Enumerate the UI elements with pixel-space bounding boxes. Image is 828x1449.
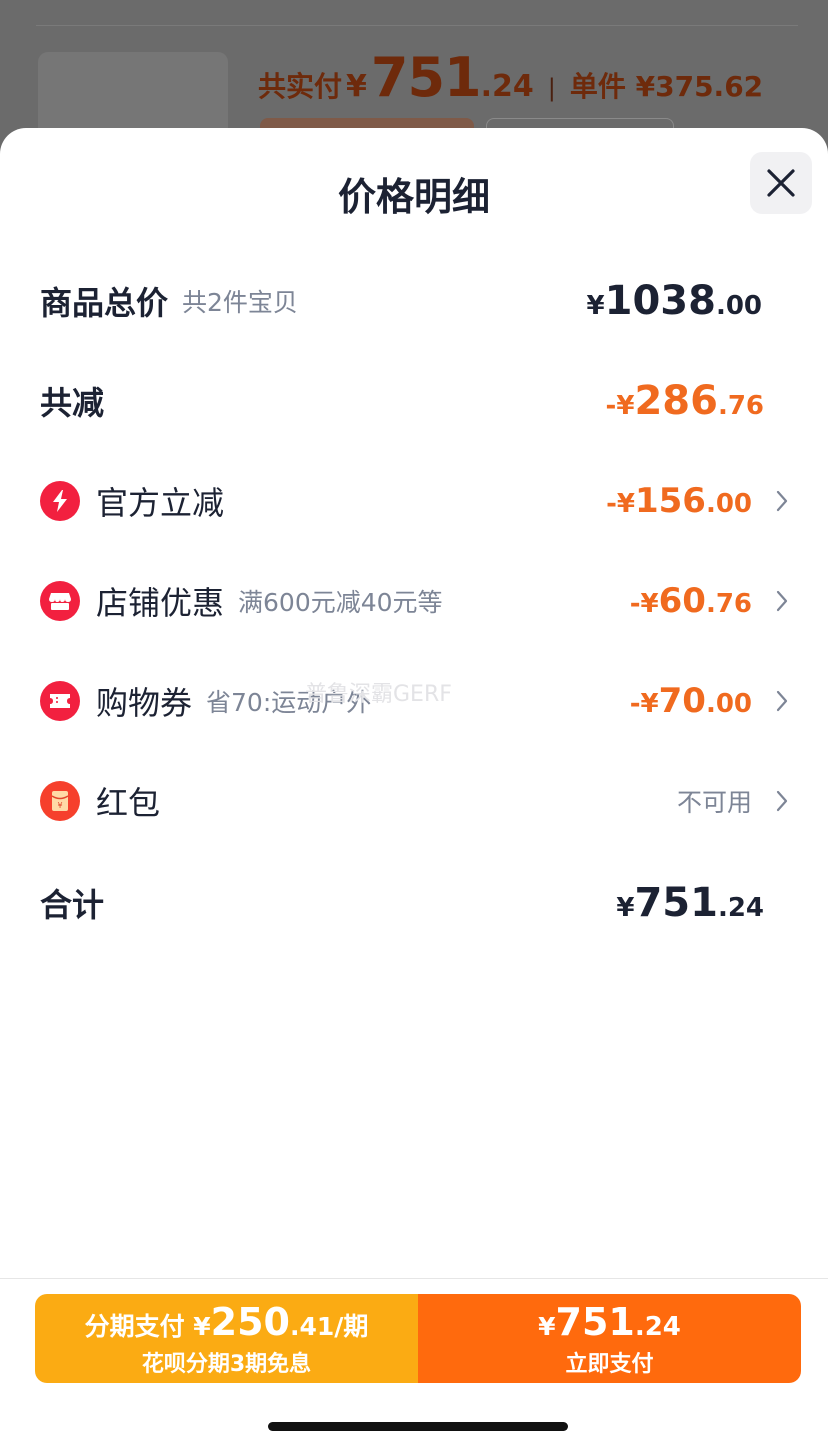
installment-subtext: 花呗分期3期免息	[141, 1351, 312, 1377]
pay-now-yen: ¥	[538, 1311, 556, 1341]
total-paid-dec: .24	[480, 69, 534, 104]
coupon-label: 购物券	[96, 684, 193, 722]
installment-label: 分期支付 ¥	[84, 1311, 211, 1341]
background-total-price: 共实付 ¥ 751 .24 | 单件 ¥375.62	[258, 46, 763, 109]
pay-now-label: 立即支付	[565, 1351, 654, 1377]
official-discount-row[interactable]: 官方立减 -¥ 156 .00	[40, 471, 788, 531]
total-discount-dec: .76	[717, 391, 764, 421]
red-packet-row[interactable]: ¥ 红包 不可用	[40, 771, 788, 831]
official-discount-yen: -¥	[606, 489, 635, 519]
pay-now-button[interactable]: ¥ 751 .24 立即支付	[418, 1294, 801, 1383]
red-packet-label: 红包	[96, 784, 161, 822]
official-discount-amount: -¥ 156 .00	[606, 481, 752, 521]
goods-total-dec: .00	[715, 291, 762, 321]
chevron-right-icon	[758, 486, 788, 516]
official-discount-dec: .00	[705, 489, 752, 519]
store-discount-label: 店铺优惠	[96, 584, 225, 622]
pay-now-price: ¥ 751 .24	[538, 1300, 681, 1344]
unit-price: 单件 ¥375.62	[569, 70, 764, 103]
svg-text:¥: ¥	[57, 801, 62, 810]
goods-total-yen: ¥	[586, 291, 605, 321]
coupon-int: 70	[658, 681, 706, 721]
sheet-title: 价格明细	[337, 175, 490, 219]
home-indicator[interactable]	[268, 1422, 568, 1431]
sum-row: 合计 ¥ 751 .24	[40, 873, 788, 933]
official-discount-int: 156	[634, 481, 706, 521]
chevron-right-icon	[758, 686, 788, 716]
total-paid-int: 751	[370, 46, 482, 109]
total-discount-row: 共减 -¥ 286 .76	[40, 371, 788, 431]
store-discount-yen: -¥	[629, 589, 659, 619]
close-icon	[767, 169, 795, 197]
installment-dec: .41/期	[290, 1311, 369, 1341]
lightning-icon	[40, 481, 80, 521]
ticket-icon	[40, 681, 80, 721]
goods-total-amount: ¥ 1038 .00	[587, 278, 762, 324]
sum-dec: .24	[717, 893, 764, 923]
goods-total-int: 1038	[604, 278, 716, 324]
installment-price: 分期支付 ¥ 250 .41/期	[85, 1300, 369, 1344]
total-discount-yen: -¥	[605, 391, 635, 421]
sum-int: 751	[634, 880, 718, 926]
sum-label: 合计	[40, 886, 105, 924]
price-detail-sheet: 价格明细 商品总价 共2件宝贝 ¥ 1038 .00 共减 -¥ 286 .76	[0, 128, 828, 1449]
store-icon	[40, 581, 80, 621]
payment-bar: 分期支付 ¥ 250 .41/期 花呗分期3期免息 ¥ 751 .24 立即支付	[35, 1294, 801, 1383]
pay-now-int: 751	[555, 1299, 635, 1344]
price-separator: |	[547, 74, 556, 102]
red-packet-status: 不可用	[676, 788, 752, 817]
chevron-right-icon	[758, 786, 788, 816]
goods-count: 共2件宝贝	[182, 288, 298, 317]
coupon-dec: .00	[705, 689, 752, 719]
total-discount-int: 286	[634, 378, 718, 424]
store-discount-row[interactable]: 店铺优惠 满600元减40元等 -¥ 60 .76	[40, 571, 788, 631]
watermark: 普鲁深霸GERF	[305, 682, 452, 707]
coupon-amount: -¥ 70 .00	[630, 681, 752, 721]
pay-now-dec: .24	[634, 1311, 681, 1342]
sum-yen: ¥	[616, 893, 635, 923]
chevron-right-icon	[758, 586, 788, 616]
total-discount-amount: -¥ 286 .76	[606, 378, 764, 424]
background-divider	[36, 25, 798, 26]
store-discount-dec: .76	[705, 589, 752, 619]
goods-total-row: 商品总价 共2件宝贝 ¥ 1038 .00	[40, 271, 788, 331]
total-paid-label: 共实付	[258, 70, 343, 103]
store-discount-int: 60	[658, 581, 706, 621]
total-paid-currency: ¥	[346, 69, 367, 104]
store-discount-amount: -¥ 60 .76	[630, 581, 752, 621]
sum-amount: ¥ 751 .24	[616, 880, 764, 926]
close-button[interactable]	[750, 152, 812, 214]
red-packet-icon: ¥	[40, 781, 80, 821]
store-discount-rule: 满600元减40元等	[238, 588, 443, 617]
total-discount-label: 共减	[40, 384, 105, 422]
installment-pay-button[interactable]: 分期支付 ¥ 250 .41/期 花呗分期3期免息	[35, 1294, 418, 1383]
bottom-divider	[0, 1278, 828, 1279]
installment-int: 250	[210, 1299, 290, 1344]
goods-total-label: 商品总价	[40, 284, 169, 322]
coupon-yen: -¥	[629, 689, 659, 719]
official-discount-label: 官方立减	[96, 484, 225, 522]
